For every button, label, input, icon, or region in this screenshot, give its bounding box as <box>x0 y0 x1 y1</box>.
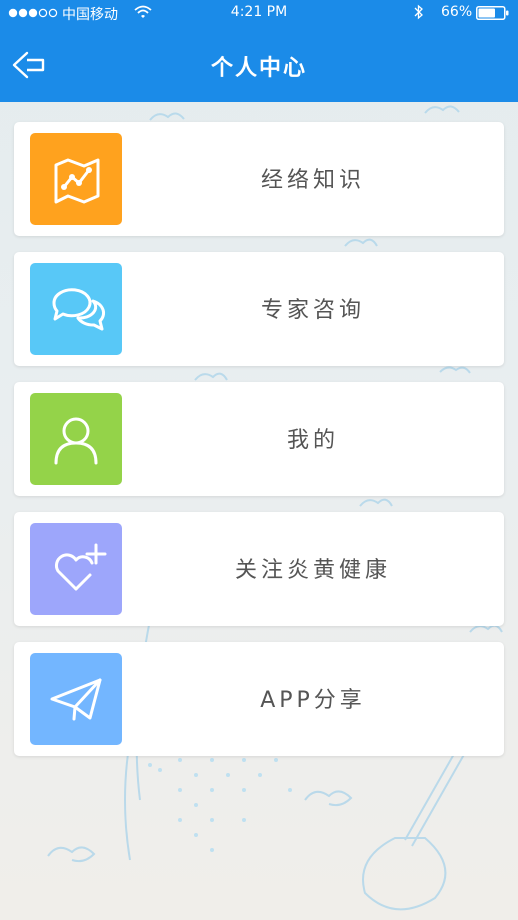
menu-item-label: 经络知识 <box>260 168 365 193</box>
menu-item-icon-tile <box>30 393 122 485</box>
page-title: 个人中心 <box>210 56 307 81</box>
menu-item-icon-tile <box>30 133 122 225</box>
user-icon <box>54 417 98 465</box>
menu-item-icon-tile <box>30 523 122 615</box>
menu-item-label: 专家咨询 <box>260 298 365 323</box>
status-bar: 中国移动 4:21 PM 66% <box>0 0 518 26</box>
menu-item-app-share[interactable]: APP分享 <box>14 642 504 756</box>
chat-bubbles-icon <box>52 288 106 331</box>
menu-item-label: 我的 <box>286 428 339 453</box>
menu-item-icon-tile <box>30 263 122 355</box>
menu-item-expert-consult[interactable]: 专家咨询 <box>14 252 504 366</box>
menu-list: 经络知识 专家咨询 我的 关注炎黄健康 APP分享 <box>14 122 504 772</box>
bluetooth-icon <box>414 4 424 24</box>
menu-item-label: 关注炎黄健康 <box>234 558 391 583</box>
paper-plane-icon <box>50 678 102 721</box>
heart-plus-icon <box>54 543 107 591</box>
menu-item-mine[interactable]: 我的 <box>14 382 504 496</box>
menu-item-meridian-knowledge[interactable]: 经络知识 <box>14 122 504 236</box>
nav-bar: 个人中心 <box>0 26 518 102</box>
menu-item-icon-tile <box>30 653 122 745</box>
battery-percentage: 66% <box>441 4 473 20</box>
map-icon <box>54 158 100 204</box>
battery-icon <box>476 6 510 24</box>
menu-item-follow-yanhuang[interactable]: 关注炎黄健康 <box>14 512 504 626</box>
menu-item-label: APP分享 <box>260 688 366 713</box>
